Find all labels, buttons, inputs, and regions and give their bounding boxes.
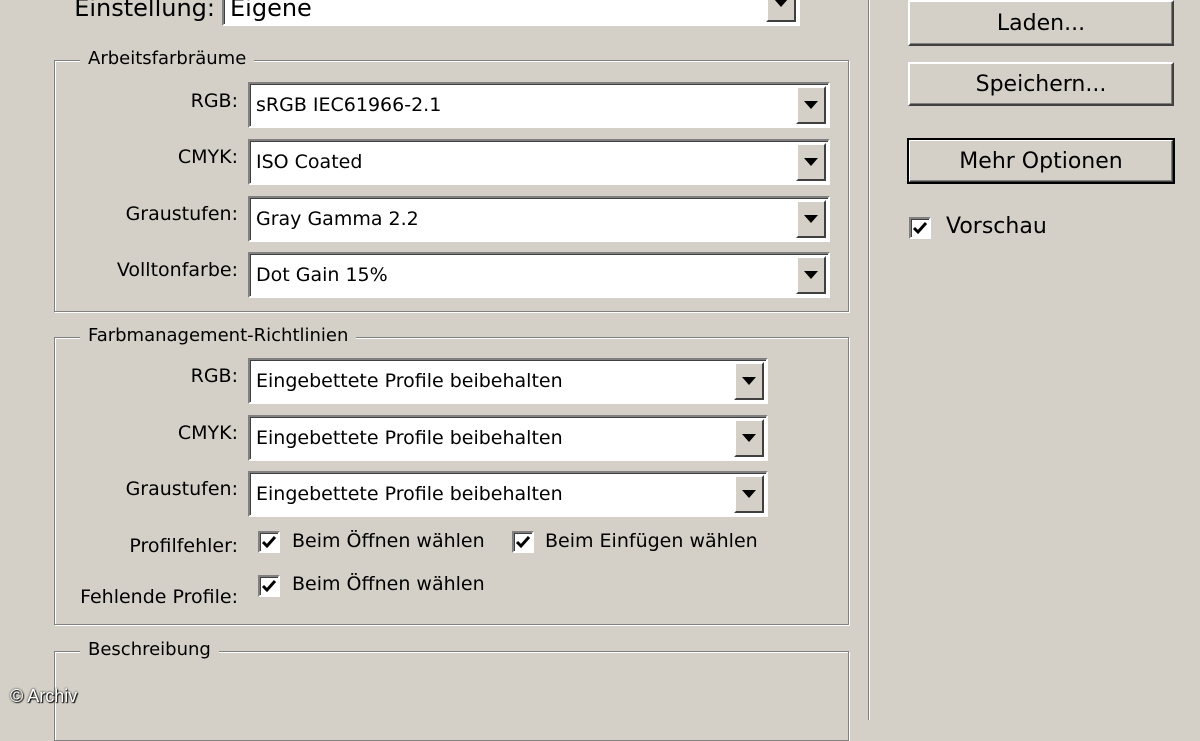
policy-cmyk-label: CMYK: — [177, 422, 238, 444]
missing-open-label: Beim Öffnen wählen — [292, 573, 485, 595]
setting-value: Eigene — [230, 0, 312, 22]
chevron-down-icon[interactable] — [796, 200, 826, 238]
chevron-down-icon[interactable] — [796, 86, 826, 124]
chevron-down-icon[interactable] — [734, 362, 764, 400]
policy-rgb-select[interactable]: Eingebettete Profile beibehalten — [248, 358, 768, 404]
profile-mismatch-label: Profilfehler: — [129, 535, 238, 557]
panel-divider — [868, 0, 870, 720]
mismatch-open-checkbox[interactable] — [258, 531, 280, 553]
more-options-button[interactable]: Mehr Optionen — [907, 138, 1175, 184]
ws-rgb-select[interactable]: sRGB IEC61966-2.1 — [248, 82, 830, 128]
copyright-watermark: © Archiv — [10, 686, 78, 706]
setting-label: Einstellung: — [74, 0, 215, 22]
checkmark-icon — [261, 580, 277, 593]
mismatch-paste-label: Beim Einfügen wählen — [545, 530, 758, 552]
ws-cmyk-label: CMYK: — [177, 146, 238, 168]
chevron-down-icon[interactable] — [734, 475, 764, 513]
description-group — [54, 651, 849, 741]
preview-checkbox[interactable] — [909, 217, 931, 239]
policy-gray-value: Eingebettete Profile beibehalten — [256, 483, 563, 505]
policy-rgb-value: Eingebettete Profile beibehalten — [256, 370, 563, 392]
load-button[interactable]: Laden... — [908, 0, 1174, 46]
policy-cmyk-value: Eingebettete Profile beibehalten — [256, 427, 563, 449]
policy-gray-select[interactable]: Eingebettete Profile beibehalten — [248, 471, 768, 517]
policy-cmyk-select[interactable]: Eingebettete Profile beibehalten — [248, 415, 768, 461]
chevron-down-icon[interactable] — [796, 143, 826, 181]
ws-spot-value: Dot Gain 15% — [256, 264, 388, 286]
preview-label: Vorschau — [946, 214, 1047, 239]
ws-spot-label: Volltonfarbe: — [116, 259, 238, 281]
checkmark-icon — [912, 222, 928, 235]
checkmark-icon — [515, 536, 531, 549]
mismatch-paste-checkbox[interactable] — [512, 531, 534, 553]
missing-profiles-label: Fehlende Profile: — [80, 586, 238, 608]
setting-select[interactable]: Eigene — [222, 0, 800, 26]
mismatch-open-label: Beim Öffnen wählen — [292, 530, 485, 552]
chevron-down-icon[interactable] — [796, 256, 826, 294]
working-spaces-title: Arbeitsfarbräume — [80, 48, 255, 69]
ws-spot-select[interactable]: Dot Gain 15% — [248, 252, 830, 298]
policies-title: Farbmanagement-Richtlinien — [80, 325, 357, 346]
ws-gray-label: Graustufen: — [125, 203, 238, 225]
ws-gray-value: Gray Gamma 2.2 — [256, 208, 419, 230]
ws-gray-select[interactable]: Gray Gamma 2.2 — [248, 196, 830, 242]
checkmark-icon — [261, 536, 277, 549]
ws-cmyk-value: ISO Coated — [256, 151, 363, 173]
policy-gray-label: Graustufen: — [125, 478, 238, 500]
description-title: Beschreibung — [80, 639, 219, 660]
policy-rgb-label: RGB: — [190, 365, 238, 387]
save-button[interactable]: Speichern... — [908, 62, 1174, 106]
ws-rgb-label: RGB: — [190, 90, 238, 112]
chevron-down-icon[interactable] — [766, 0, 796, 22]
ws-rgb-value: sRGB IEC61966-2.1 — [256, 94, 442, 116]
ws-cmyk-select[interactable]: ISO Coated — [248, 139, 830, 185]
missing-open-checkbox[interactable] — [258, 575, 280, 597]
chevron-down-icon[interactable] — [734, 419, 764, 457]
